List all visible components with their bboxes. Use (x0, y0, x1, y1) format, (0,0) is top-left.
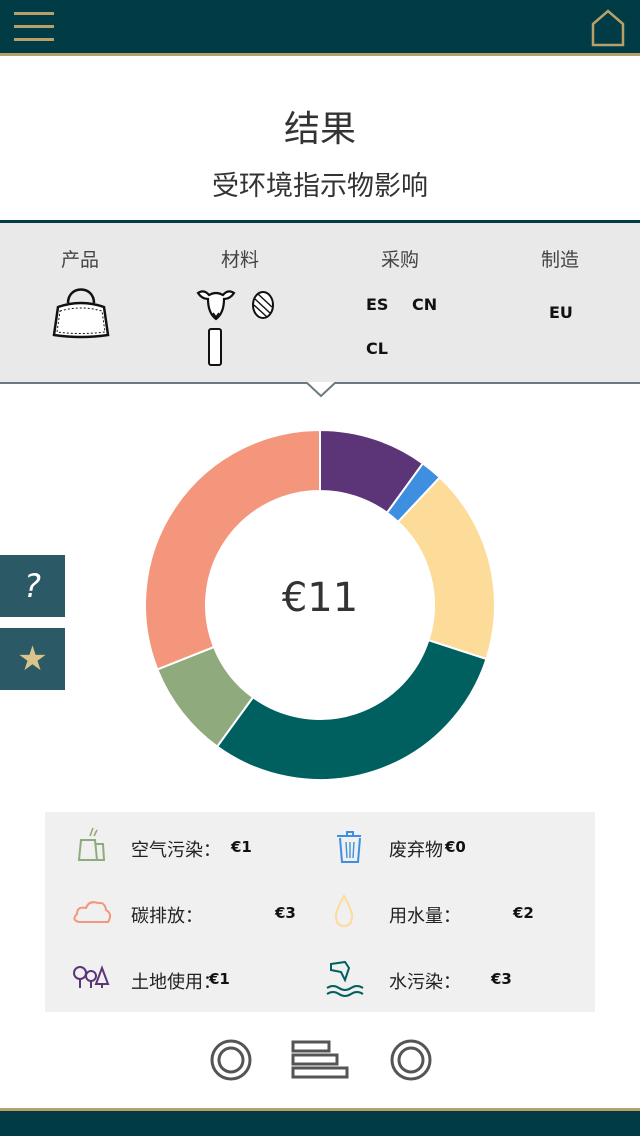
legend-item-water-pollution[interactable]: 水污染： €3 (325, 958, 571, 998)
home-icon[interactable] (590, 8, 626, 48)
legend-label: 水污染： (389, 972, 461, 993)
donut-view-icon[interactable] (209, 1036, 253, 1084)
handbag-icon[interactable] (50, 283, 112, 341)
bar-view-icon[interactable] (290, 1036, 352, 1084)
page-subtitle: 受环境指示物影响 (212, 171, 428, 202)
legend-item-land-use[interactable]: 土地使用： €1 (73, 958, 303, 998)
top-bar (0, 0, 640, 56)
water-drop-icon (334, 893, 354, 928)
legend-label: 废弃物 (389, 840, 443, 861)
panel-pointer-arrow (306, 382, 336, 398)
sourcing-code-cl[interactable]: CL (366, 339, 388, 358)
manufacturing-code-eu[interactable]: EU (549, 303, 573, 322)
legend-label: 碳排放： (131, 906, 203, 927)
air-pollution-icon (77, 827, 106, 861)
legend-item-water-use[interactable]: 用水量： €2 (331, 892, 571, 932)
manufacturing-label[interactable]: 制造 (480, 245, 640, 272)
legend-value: €3 (275, 904, 296, 922)
help-button[interactable]: ? (0, 555, 65, 617)
sourcing-label[interactable]: 采购 (320, 245, 480, 272)
water-pollution-icon (326, 960, 364, 997)
fabric-roll-icon[interactable] (206, 327, 224, 367)
legend-value: €0 (445, 838, 466, 856)
filter-panel: 产品 材料 采购 制造 ES CN CL EU (0, 220, 640, 384)
material-label[interactable]: 材料 (160, 245, 320, 272)
impact-legend: 空气污染： €1 废弃物 €0 碳排放： €3 用水量： €2 土地使用： €1 (45, 812, 595, 1012)
carbon-cloud-icon (73, 901, 112, 923)
total-cost-value: €11 (281, 575, 359, 621)
legend-item-carbon[interactable]: 碳排放： €3 (73, 892, 303, 932)
donut-slice-3[interactable] (215, 638, 488, 781)
legend-value: €2 (513, 904, 534, 922)
waste-bin-icon (337, 831, 361, 863)
land-use-trees-icon (73, 965, 110, 988)
legend-item-air-pollution[interactable]: 空气污染： €1 (73, 826, 303, 866)
legend-label: 空气污染： (131, 840, 221, 861)
bottom-bar (0, 1108, 640, 1136)
legend-label: 土地使用： (131, 972, 221, 993)
page-title: 结果 (283, 109, 356, 150)
legend-value: €1 (209, 970, 230, 988)
ring-view-icon[interactable] (389, 1036, 433, 1084)
donut-slice-5[interactable] (144, 428, 321, 671)
favorite-star-button[interactable]: ★ (0, 628, 65, 690)
yarn-ball-icon[interactable] (250, 289, 276, 321)
sourcing-code-cn[interactable]: CN (412, 295, 437, 314)
product-label[interactable]: 产品 (0, 245, 160, 272)
legend-value: €3 (491, 970, 512, 988)
sheep-icon[interactable] (196, 287, 236, 323)
legend-label: 用水量： (389, 906, 461, 927)
legend-value: €1 (231, 838, 252, 856)
hamburger-menu-icon[interactable] (14, 10, 56, 46)
bottom-navigation (0, 1036, 640, 1086)
legend-item-waste[interactable]: 废弃物 €0 (331, 826, 571, 866)
sourcing-code-es[interactable]: ES (366, 295, 388, 314)
